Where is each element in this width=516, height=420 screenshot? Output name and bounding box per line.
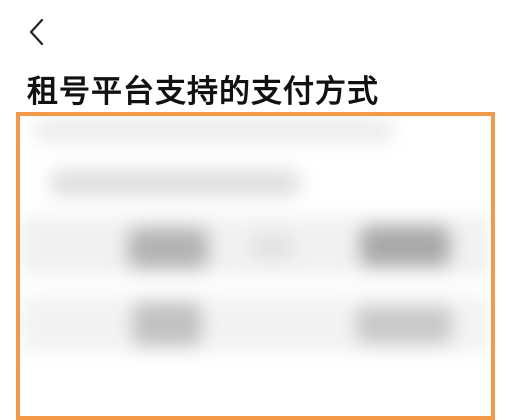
back-button[interactable] — [22, 14, 56, 52]
blurred-payment-icon — [360, 226, 450, 266]
page-title: 租号平台支持的支付方式 — [27, 74, 379, 110]
blurred-element — [252, 234, 292, 260]
blurred-payment-icon — [132, 302, 202, 346]
highlighted-payment-panel — [16, 112, 495, 420]
blurred-payment-icon — [128, 228, 208, 268]
blurred-content — [20, 116, 491, 416]
chevron-left-icon — [22, 14, 56, 52]
blurred-header — [34, 118, 394, 142]
blurred-caption — [50, 170, 300, 196]
blurred-payment-icon — [356, 306, 452, 344]
